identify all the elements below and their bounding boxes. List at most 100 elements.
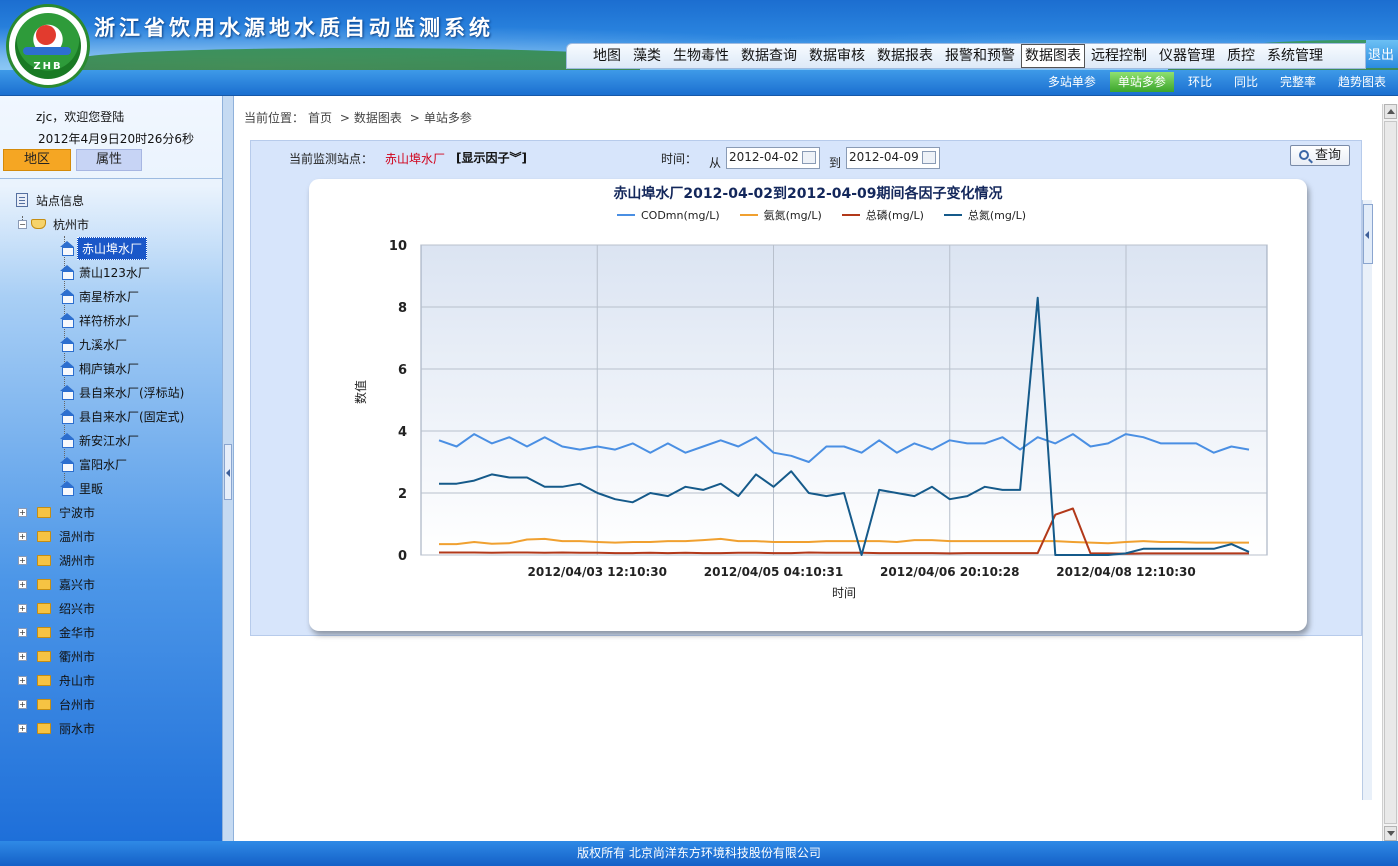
x-tick-label: 2012/04/08 12:10:30 (1056, 565, 1195, 579)
document-icon (16, 193, 28, 207)
to-date-field[interactable]: 2012-04-09 (846, 147, 940, 169)
sub-nav-item[interactable]: 趋势图表 (1330, 72, 1394, 92)
top-nav-item[interactable]: 数据图表 (1021, 44, 1085, 68)
top-nav-item[interactable]: 地图 (587, 45, 627, 67)
expand-icon[interactable]: + (18, 651, 27, 661)
y-axis-label: 数值 (353, 380, 368, 404)
tree-city-item[interactable]: + 金华市 (18, 622, 97, 642)
top-nav-item[interactable]: 系统管理 (1261, 45, 1329, 67)
collapse-panel-handle[interactable] (1363, 204, 1373, 264)
expand-icon[interactable]: + (18, 723, 27, 733)
expand-icon[interactable]: + (18, 699, 27, 709)
folder-icon (37, 722, 51, 734)
sub-nav-item[interactable]: 完整率 (1272, 72, 1324, 92)
y-tick-label: 6 (398, 363, 407, 378)
login-datetime: 2012年4月9日20时26分6秒 (38, 132, 194, 146)
tree-station-item[interactable]: 县自来水厂(浮标站) (60, 382, 186, 402)
query-button[interactable]: 查询 (1290, 145, 1350, 166)
expand-icon[interactable]: + (18, 579, 27, 589)
y-tick-label: 10 (389, 239, 407, 254)
tree-city-item[interactable]: + 舟山市 (18, 670, 97, 690)
tree-city-item[interactable]: + 台州市 (18, 694, 97, 714)
breadcrumb-separator: > (339, 111, 350, 125)
tree-station-item[interactable]: 祥符桥水厂 (60, 310, 141, 330)
expand-icon[interactable]: + (18, 507, 27, 517)
station-icon (60, 433, 74, 448)
line-chart: 0 2 4 6 8 10 2012/04/03 12:10:30 2012/04/05 04:… (353, 239, 1268, 600)
breadcrumb-prefix: 当前位置： (244, 111, 305, 125)
tree-city-item[interactable]: + 衢州市 (18, 646, 97, 666)
query-button-label: 查询 (1314, 148, 1341, 163)
scroll-thumb[interactable] (1384, 121, 1397, 824)
folder-icon (37, 698, 51, 710)
logout-button[interactable]: 退出 (1366, 40, 1398, 68)
tree-station-item[interactable]: 里畈 (60, 478, 105, 498)
inner-scrollbar[interactable] (1362, 200, 1373, 800)
expand-icon[interactable]: + (18, 627, 27, 637)
tree-city-item[interactable]: + 嘉兴市 (18, 574, 97, 594)
collapse-icon[interactable]: − (18, 219, 27, 229)
top-nav-item[interactable]: 数据报表 (871, 45, 939, 67)
sub-nav-item[interactable]: 多站单参 (1040, 72, 1104, 92)
expand-icon[interactable]: + (18, 555, 27, 565)
breadcrumb-current: 单站多参 (423, 111, 472, 125)
top-nav-item[interactable]: 数据查询 (735, 45, 803, 67)
expand-icon[interactable]: + (18, 675, 27, 685)
page-scrollbar[interactable] (1382, 104, 1398, 841)
breadcrumb-home[interactable]: 首页 (308, 111, 332, 125)
top-nav-item[interactable]: 仪器管理 (1153, 45, 1221, 67)
calendar-icon[interactable] (802, 151, 816, 164)
top-nav-item[interactable]: 藻类 (627, 45, 667, 67)
tree-station-item[interactable]: 南星桥水厂 (60, 286, 141, 306)
app-header: 浙江省饮用水源地水质自动监测系统 地图 藻类 生物毒性 数据查询 数据审核 数据报表 报警和… (0, 0, 1398, 70)
top-nav-item[interactable]: 远程控制 (1085, 45, 1153, 67)
tree-city-expanded[interactable]: − 杭州市 (18, 214, 91, 234)
folder-icon (37, 626, 51, 638)
x-axis-label: 时间 (832, 586, 856, 600)
scroll-down-icon[interactable] (1384, 826, 1397, 841)
expand-icon[interactable]: + (18, 531, 27, 541)
tree-root[interactable]: 站点信息 (16, 190, 86, 210)
tab-region[interactable]: 地区 (3, 149, 71, 171)
station-icon (60, 457, 74, 472)
sub-nav-item[interactable]: 环比 (1180, 72, 1220, 92)
tree-station-item[interactable]: 县自来水厂(固定式) (60, 406, 186, 426)
calendar-icon[interactable] (922, 151, 936, 164)
tree-station-item[interactable]: 九溪水厂 (60, 334, 129, 354)
expand-icon[interactable]: + (18, 603, 27, 613)
station-icon (60, 385, 74, 400)
from-date-field[interactable]: 2012-04-02 (726, 147, 820, 169)
logo-wave (23, 47, 71, 55)
tree-city-item[interactable]: + 湖州市 (18, 550, 97, 570)
top-nav-item[interactable]: 质控 (1221, 45, 1261, 67)
tree-city-label: 丽水市 (59, 721, 96, 736)
sub-nav-item[interactable]: 同比 (1226, 72, 1266, 92)
top-nav-item[interactable]: 报警和预警 (939, 45, 1021, 67)
top-nav-item[interactable]: 生物毒性 (667, 45, 735, 67)
sidebar-splitter[interactable] (222, 96, 234, 841)
x-tick-label: 2012/04/05 04:10:31 (704, 565, 843, 579)
tree-station-label: 萧山123水厂 (79, 265, 150, 280)
sub-nav-item[interactable]: 单站多参 (1109, 72, 1174, 92)
filter-bar: 当前监测站点： 赤山埠水厂 [显示因子︾] 时间： 从 2012-04-02 到… (251, 141, 1363, 175)
sidebar-divider (0, 178, 222, 179)
tree-station-item[interactable]: 赤山埠水厂 (60, 236, 148, 260)
tree-station-item[interactable]: 新安江水厂 (60, 430, 141, 450)
search-icon (1298, 150, 1309, 160)
from-date-value: 2012-04-02 (729, 150, 799, 164)
tree-city-item[interactable]: + 温州市 (18, 526, 97, 546)
breadcrumb-charts[interactable]: 数据图表 (354, 111, 402, 125)
folder-icon (37, 578, 51, 590)
tab-attribute[interactable]: 属性 (76, 149, 142, 171)
tree-station-item[interactable]: 富阳水厂 (60, 454, 129, 474)
tree-station-item[interactable]: 萧山123水厂 (60, 262, 152, 282)
station-label: 当前监测站点： (289, 152, 374, 166)
top-nav-item[interactable]: 数据审核 (803, 45, 871, 67)
tree-city-item[interactable]: + 丽水市 (18, 718, 97, 738)
tree-city-item[interactable]: + 宁波市 (18, 502, 97, 522)
tree-city-item[interactable]: + 绍兴市 (18, 598, 97, 618)
tree-station-item[interactable]: 桐庐镇水厂 (60, 358, 141, 378)
collapse-sidebar-handle[interactable] (224, 444, 232, 500)
show-factors-toggle[interactable]: [显示因子︾] (456, 149, 527, 166)
scroll-up-icon[interactable] (1384, 104, 1397, 119)
